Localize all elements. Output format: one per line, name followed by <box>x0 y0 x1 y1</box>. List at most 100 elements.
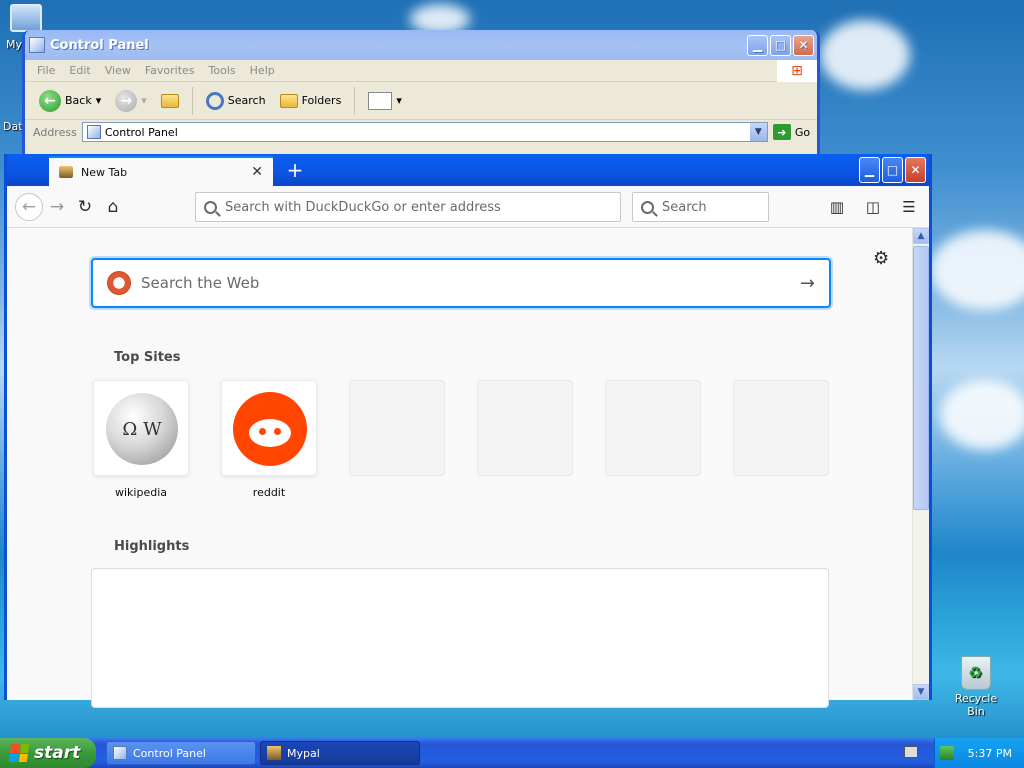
navigation-toolbar: ← → ↻ ⌂ Search with DuckDuckGo or enter … <box>7 186 929 228</box>
address-bar: Address Control Panel ▼ ➜ Go <box>25 120 817 144</box>
forward-button[interactable]: → ▾ <box>111 88 151 114</box>
toolbar-separator <box>354 86 356 115</box>
top-site-reddit[interactable] <box>221 380 317 476</box>
keyboard-icon[interactable] <box>904 746 918 758</box>
library-icon[interactable]: ▥ <box>823 193 851 221</box>
tab-new-tab[interactable]: New Tab ✕ <box>49 156 273 186</box>
close-button[interactable]: ✕ <box>793 34 814 56</box>
top-site-empty <box>477 380 573 476</box>
folders-button[interactable]: Folders <box>276 92 346 110</box>
taskbar-control-panel[interactable]: Control Panel <box>106 741 256 765</box>
back-button[interactable]: ← Back ▾ <box>35 88 105 114</box>
forward-arrow-icon: → <box>115 89 138 112</box>
minimize-button[interactable]: ▁ <box>747 34 768 56</box>
cloud <box>940 380 1024 450</box>
top-sites-heading: Top Sites <box>114 350 181 365</box>
my-computer-icon[interactable] <box>4 4 48 32</box>
control-panel-icon <box>113 746 127 760</box>
highlights-panel <box>91 568 829 708</box>
scroll-up-icon[interactable]: ▲ <box>913 228 929 244</box>
computer-icon <box>10 4 42 32</box>
maximize-button[interactable]: □ <box>770 34 791 56</box>
maximize-button[interactable]: □ <box>882 157 903 183</box>
search-icon <box>205 91 224 110</box>
url-bar[interactable]: Search with DuckDuckGo or enter address <box>195 192 621 222</box>
chevron-down-icon: ▾ <box>141 94 147 107</box>
minimize-button[interactable]: ▁ <box>859 157 880 183</box>
browser-titlebar[interactable]: New Tab ✕ + ▁ □ ✕ <box>7 154 929 186</box>
search-icon <box>204 200 217 214</box>
mypal-icon <box>267 746 281 760</box>
top-site-empty <box>733 380 829 476</box>
sidebar-icon[interactable]: ◫ <box>859 193 887 221</box>
desktop-side-label: Dat <box>3 120 23 133</box>
wikipedia-globe-icon: Ω W <box>106 393 178 465</box>
taskbar-mypal[interactable]: Mypal <box>260 741 420 765</box>
back-button[interactable]: ← <box>15 192 43 221</box>
control-panel-titlebar[interactable]: Control Panel ▁ □ ✕ <box>25 30 817 60</box>
web-search-placeholder: Search the Web <box>141 274 260 292</box>
back-arrow-icon: ← <box>39 89 61 112</box>
menu-edit[interactable]: Edit <box>69 64 90 77</box>
go-button[interactable]: ➜ Go <box>772 124 811 140</box>
menu-file[interactable]: File <box>37 64 55 77</box>
menu-view[interactable]: View <box>105 64 131 77</box>
recycle-bin-label: Recycle Bin <box>954 692 998 718</box>
clock[interactable]: 5:37 PM <box>968 747 1012 760</box>
my-computer-label: My <box>6 38 23 51</box>
menu-tools[interactable]: Tools <box>209 64 236 77</box>
gear-icon[interactable]: ⚙ <box>873 248 889 269</box>
search-icon <box>641 200 654 214</box>
taskbar: start Control Panel Mypal 5:37 PM <box>0 738 1024 768</box>
arrow-right-icon[interactable]: → <box>800 273 815 294</box>
start-button[interactable]: start <box>0 738 96 768</box>
url-placeholder: Search with DuckDuckGo or enter address <box>225 199 501 215</box>
chevron-down-icon: ▾ <box>396 94 402 107</box>
forward-button[interactable]: → <box>43 193 71 221</box>
windows-logo-icon <box>8 744 30 762</box>
recycle-bin-icon[interactable]: Recycle Bin <box>946 656 1006 718</box>
control-panel-icon <box>86 125 101 139</box>
mypal-icon <box>59 166 73 178</box>
new-tab-page: ⚙ Search the Web → Top Sites Ω W wikiped… <box>7 228 915 708</box>
reddit-icon <box>233 392 307 466</box>
search-button[interactable]: Search <box>202 90 270 112</box>
go-arrow-icon: ➜ <box>772 124 791 140</box>
cloud <box>820 20 910 90</box>
network-icon[interactable] <box>939 746 954 760</box>
tab-title: New Tab <box>81 165 128 179</box>
toolbar: ← Back ▾ → ▾ Search Folders ▾ <box>25 82 817 120</box>
new-tab-button[interactable]: + <box>281 156 309 184</box>
address-field[interactable]: Control Panel ▼ <box>81 122 768 142</box>
close-button[interactable]: ✕ <box>905 157 926 183</box>
web-search-input[interactable]: Search the Web → <box>91 258 831 308</box>
scroll-thumb[interactable] <box>913 246 929 510</box>
home-button[interactable]: ⌂ <box>99 193 127 221</box>
folders-icon <box>279 93 298 108</box>
search-placeholder: Search <box>662 199 707 215</box>
menu-help[interactable]: Help <box>250 64 275 77</box>
top-site-wikipedia[interactable]: Ω W <box>93 380 189 476</box>
address-dropdown-icon[interactable]: ▼ <box>749 123 767 141</box>
window-title: Control Panel <box>50 37 149 53</box>
search-label: Search <box>227 94 266 107</box>
chevron-down-icon[interactable]: ▾ <box>96 94 102 107</box>
go-label: Go <box>794 125 811 139</box>
highlights-heading: Highlights <box>114 539 190 554</box>
address-label: Address <box>33 125 77 139</box>
close-tab-icon[interactable]: ✕ <box>251 164 263 180</box>
top-site-empty <box>605 380 701 476</box>
top-site-label: wikipedia <box>114 486 167 499</box>
up-folder-button[interactable] <box>157 92 183 110</box>
scroll-down-icon[interactable]: ▼ <box>913 684 929 700</box>
hamburger-menu-icon[interactable]: ☰ <box>895 193 923 221</box>
back-label: Back <box>65 94 92 107</box>
search-bar[interactable]: Search <box>632 192 769 222</box>
menu-favorites[interactable]: Favorites <box>145 64 195 77</box>
trash-icon <box>961 656 991 690</box>
views-button[interactable]: ▾ <box>364 90 406 112</box>
vertical-scrollbar[interactable]: ▲ ▼ <box>912 228 929 700</box>
start-label: start <box>34 743 81 763</box>
toolbar-separator <box>191 86 193 115</box>
reload-button[interactable]: ↻ <box>71 193 99 221</box>
